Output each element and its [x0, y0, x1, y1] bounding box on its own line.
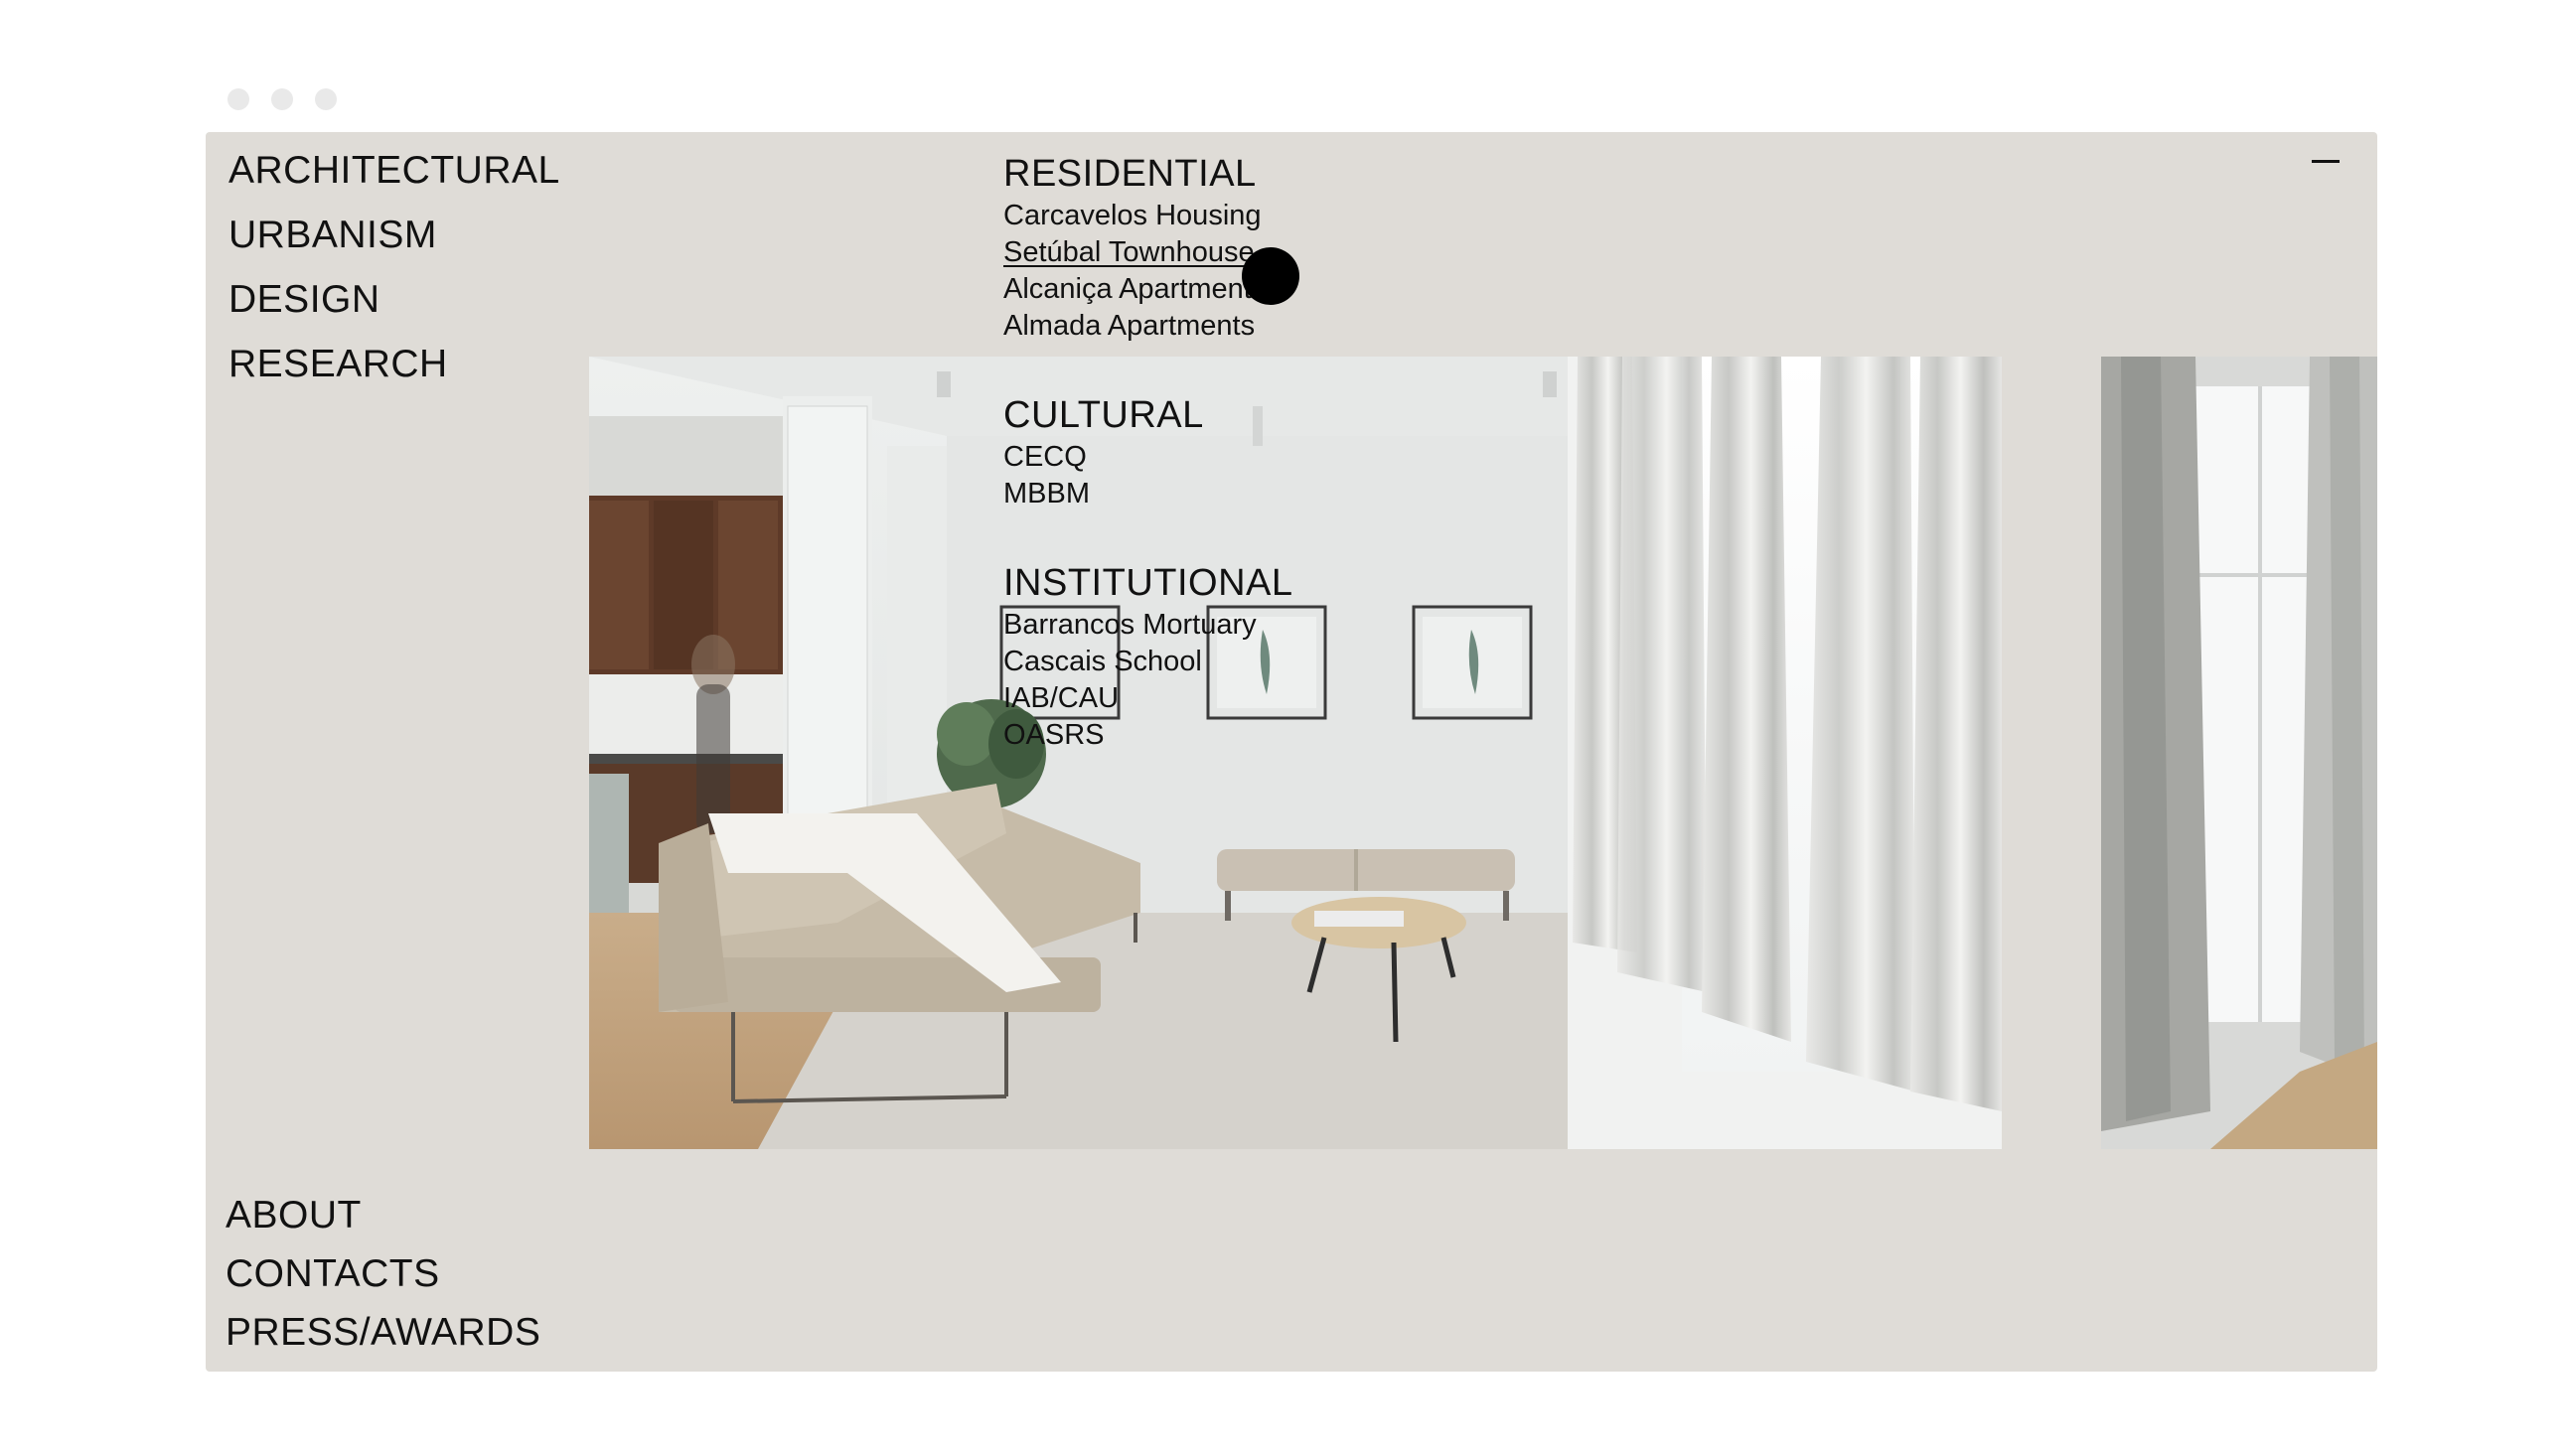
nav-item-urbanism[interactable]: URBANISM	[228, 211, 560, 275]
category-list-cultural: CECQ MBBM	[1003, 439, 1293, 512]
footer-nav: ABOUT CONTACTS PRESS/AWARDS	[226, 1191, 540, 1367]
project-link-carcavelos-housing[interactable]: Carcavelos Housing	[1003, 198, 1293, 234]
nav-item-about[interactable]: ABOUT	[226, 1191, 540, 1249]
nav-item-architectural[interactable]: ARCHITECTURAL	[228, 146, 560, 211]
nav-item-contacts[interactable]: CONTACTS	[226, 1249, 540, 1308]
main-nav: ARCHITECTURAL URBANISM DESIGN RESEARCH	[228, 146, 560, 404]
living-room-image	[589, 357, 2002, 1149]
window-controls	[227, 88, 337, 110]
project-link-barrancos-mortuary[interactable]: Barrancos Mortuary	[1003, 607, 1293, 644]
category-residential: RESIDENTIAL Carcavelos Housing Setúbal T…	[1003, 150, 1293, 345]
browser-window: ARCHITECTURAL URBANISM DESIGN RESEARCH R…	[206, 132, 2377, 1372]
category-title-cultural[interactable]: CULTURAL	[1003, 391, 1293, 439]
window-dot-minimize[interactable]	[271, 88, 293, 110]
project-link-iab-cau[interactable]: IAB/CAU	[1003, 680, 1293, 717]
category-title-institutional[interactable]: INSTITUTIONAL	[1003, 559, 1293, 607]
project-link-oasrs[interactable]: OASRS	[1003, 717, 1293, 754]
project-link-almada-apartments[interactable]: Almada Apartments	[1003, 308, 1293, 345]
curtain-window-image	[2101, 357, 2377, 1149]
category-title-residential[interactable]: RESIDENTIAL	[1003, 150, 1293, 198]
category-list-institutional: Barrancos Mortuary Cascais School IAB/CA…	[1003, 607, 1293, 754]
cursor-dot-icon	[1242, 247, 1299, 305]
category-cultural: CULTURAL CECQ MBBM	[1003, 391, 1293, 512]
window-dot-close[interactable]	[227, 88, 249, 110]
nav-item-design[interactable]: DESIGN	[228, 275, 560, 340]
project-image-next[interactable]	[2101, 357, 2377, 1149]
project-link-cascais-school[interactable]: Cascais School	[1003, 644, 1293, 680]
nav-item-press-awards[interactable]: PRESS/AWARDS	[226, 1308, 540, 1367]
project-link-mbbm[interactable]: MBBM	[1003, 476, 1293, 512]
project-link-cecq[interactable]: CECQ	[1003, 439, 1293, 476]
category-institutional: INSTITUTIONAL Barrancos Mortuary Cascais…	[1003, 559, 1293, 754]
project-image-main[interactable]	[589, 357, 2002, 1149]
projects-dropdown: RESIDENTIAL Carcavelos Housing Setúbal T…	[1003, 150, 1293, 754]
minimize-icon[interactable]	[2312, 160, 2340, 163]
nav-item-research[interactable]: RESEARCH	[228, 340, 560, 404]
window-dot-maximize[interactable]	[315, 88, 337, 110]
